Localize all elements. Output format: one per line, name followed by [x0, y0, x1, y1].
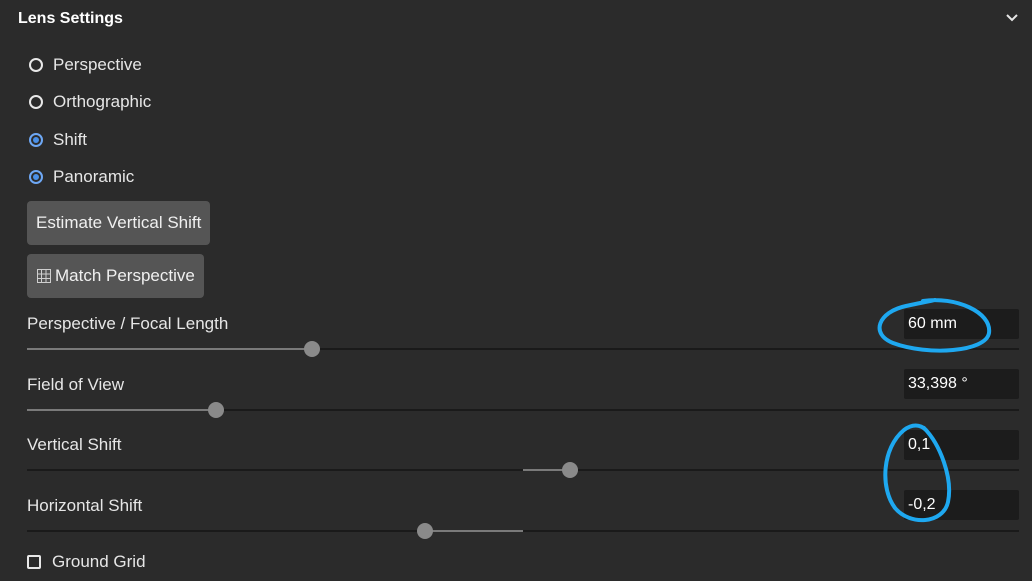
slider-thumb[interactable]: [208, 402, 225, 418]
horizontal-shift-label: Horizontal Shift: [27, 496, 143, 515]
radio-perspective[interactable]: Perspective: [29, 53, 142, 77]
radio-button[interactable]: [29, 58, 43, 72]
vertical-shift-label: Vertical Shift: [27, 435, 122, 454]
slider-thumb[interactable]: [561, 462, 578, 478]
perspective-grid-icon: [37, 269, 51, 283]
vertical-shift-slider[interactable]: [27, 462, 1019, 478]
chevron-down-icon[interactable]: [1004, 10, 1020, 26]
button-label: Match Perspective: [55, 266, 195, 285]
radio-shift[interactable]: Shift: [29, 128, 87, 152]
horizontal-shift-slider[interactable]: [27, 523, 1019, 539]
field-of-view-field[interactable]: 33,398 °: [904, 369, 1019, 399]
ground-grid-label: Ground Grid: [52, 552, 146, 571]
focal-length-field[interactable]: 60 mm: [904, 309, 1019, 339]
radio-orthographic[interactable]: Orthographic: [29, 90, 151, 114]
radio-label-orthographic: Orthographic: [53, 92, 152, 111]
radio-label-shift: Shift: [53, 130, 88, 149]
slider-track[interactable]: [27, 530, 1019, 532]
panel-title: Lens Settings: [18, 10, 123, 27]
radio-label-panoramic: Panoramic: [53, 167, 135, 186]
radio-panoramic[interactable]: Panoramic: [29, 165, 134, 189]
radio-button[interactable]: [29, 170, 43, 184]
slider-thumb[interactable]: [416, 523, 433, 539]
horizontal-shift-field[interactable]: -0,2: [904, 490, 1019, 520]
focal-length-label: Perspective / Focal Length: [27, 314, 229, 333]
ground-grid-checkbox[interactable]: [27, 555, 41, 569]
button-label: Estimate Vertical Shift: [36, 213, 202, 232]
slider-fill: [27, 409, 217, 411]
ground-grid-toggle[interactable]: Ground Grid: [27, 551, 146, 573]
slider-thumb[interactable]: [303, 341, 320, 357]
slider-fill: [27, 348, 312, 350]
slider-fill: [424, 530, 523, 532]
match-perspective-button[interactable]: Match Perspective: [27, 254, 204, 298]
focal-length-slider[interactable]: [27, 341, 1019, 357]
radio-button[interactable]: [29, 133, 43, 147]
field-of-view-label: Field of View: [27, 375, 125, 394]
field-of-view-slider[interactable]: [27, 402, 1019, 418]
lens-settings-header[interactable]: Lens Settings: [0, 0, 1032, 40]
radio-button[interactable]: [29, 95, 43, 109]
radio-label-perspective: Perspective: [53, 55, 142, 74]
vertical-shift-field[interactable]: 0,1: [904, 430, 1019, 460]
estimate-vertical-shift-button[interactable]: Estimate Vertical Shift: [27, 201, 211, 245]
